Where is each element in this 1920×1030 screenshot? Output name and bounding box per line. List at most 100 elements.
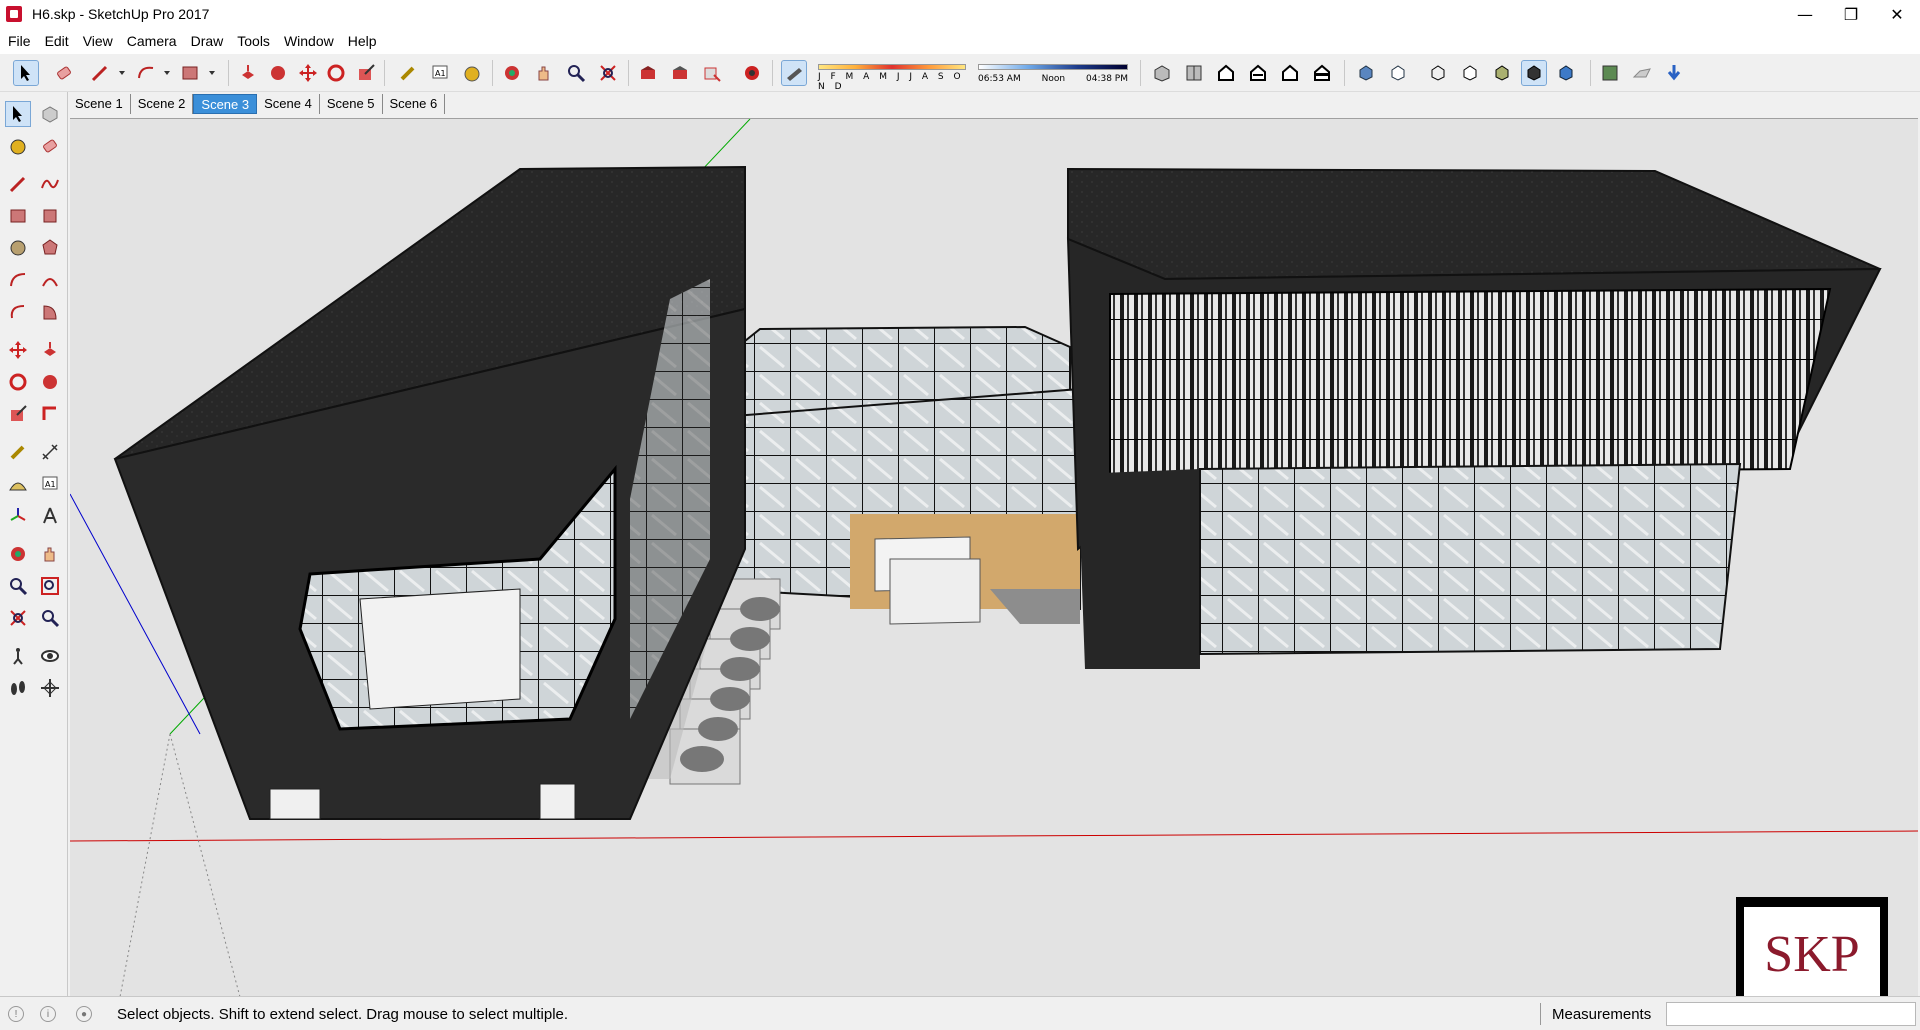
back-edges-style-icon[interactable] — [1386, 61, 1410, 85]
tape-measure-icon[interactable] — [396, 61, 420, 85]
menu-window[interactable]: Window — [284, 33, 334, 49]
walk-icon[interactable] — [6, 676, 30, 700]
polygon-icon[interactable] — [38, 236, 62, 260]
menu-file[interactable]: File — [8, 33, 31, 49]
orbit-tool-icon[interactable] — [6, 542, 30, 566]
text-tool-icon[interactable]: A1 — [428, 61, 452, 85]
position-camera-icon[interactable] — [6, 644, 30, 668]
tape-measure-tool-icon[interactable] — [6, 440, 30, 464]
maximize-button[interactable]: ❐ — [1828, 0, 1874, 28]
line-tool-dropdown-icon[interactable] — [110, 61, 134, 85]
warehouse-icon[interactable] — [636, 61, 660, 85]
shadow-month-slider[interactable]: J F M A M J J A S O N D — [818, 64, 966, 92]
circle-icon[interactable] — [6, 236, 30, 260]
monochrome-style-icon[interactable] — [1554, 61, 1578, 85]
zoom-icon[interactable] — [564, 61, 588, 85]
menu-camera[interactable]: Camera — [127, 33, 177, 49]
toggle-terrain-icon[interactable] — [1630, 61, 1654, 85]
scale-icon[interactable] — [354, 61, 378, 85]
extension-warehouse-icon[interactable] — [740, 61, 764, 85]
hidden-line-style-icon[interactable] — [1458, 61, 1482, 85]
pan-tool-icon[interactable] — [38, 542, 62, 566]
menu-view[interactable]: View — [83, 33, 113, 49]
pan-icon[interactable] — [532, 61, 556, 85]
left-view-icon[interactable] — [1310, 61, 1334, 85]
shaded-style-icon[interactable] — [1490, 61, 1514, 85]
rectangle-tool-icon[interactable] — [178, 61, 202, 85]
line-icon[interactable] — [6, 172, 30, 196]
arc-icon[interactable] — [6, 268, 30, 292]
paint-bucket-icon[interactable] — [460, 61, 484, 85]
menu-draw[interactable]: Draw — [191, 33, 224, 49]
select-tool-icon[interactable] — [13, 60, 39, 86]
push-pull-icon[interactable] — [236, 61, 260, 85]
model-viewport[interactable] — [70, 118, 1918, 996]
rotate-tool-icon[interactable] — [6, 370, 30, 394]
section-plane-icon[interactable] — [38, 676, 62, 700]
offset-tool-icon[interactable] — [38, 402, 62, 426]
menu-tools[interactable]: Tools — [237, 33, 270, 49]
three-point-arc-icon[interactable] — [6, 300, 30, 324]
tab-scene-5[interactable]: Scene 5 — [320, 94, 383, 114]
credits-status-icon[interactable]: i — [40, 1006, 56, 1022]
protractor-tool-icon[interactable] — [6, 472, 30, 496]
geo-location-status-icon[interactable]: ! — [8, 1006, 24, 1022]
shadow-time-slider[interactable]: 06:53 AM Noon 04:38 PM — [978, 64, 1128, 84]
top-view-icon[interactable] — [1182, 61, 1206, 85]
right-view-icon[interactable] — [1246, 61, 1270, 85]
back-view-icon[interactable] — [1278, 61, 1302, 85]
measurements-input[interactable] — [1666, 1002, 1916, 1026]
share-component-icon[interactable] — [700, 61, 724, 85]
pie-icon[interactable] — [38, 300, 62, 324]
close-button[interactable]: ✕ — [1874, 0, 1920, 28]
menu-edit[interactable]: Edit — [45, 33, 69, 49]
move-icon[interactable] — [296, 61, 320, 85]
iso-view-icon[interactable] — [1150, 61, 1174, 85]
dimension-tool-icon[interactable] — [38, 440, 62, 464]
3d-text-tool-icon[interactable] — [38, 504, 62, 528]
axes-tool-icon[interactable] — [6, 504, 30, 528]
xray-style-icon[interactable] — [1354, 61, 1378, 85]
rotated-rectangle-icon[interactable] — [38, 204, 62, 228]
tab-scene-1[interactable]: Scene 1 — [68, 94, 131, 114]
follow-me-icon[interactable] — [266, 61, 290, 85]
user-account-icon[interactable]: ● — [76, 1006, 92, 1022]
shape-dropdown-icon[interactable] — [200, 61, 224, 85]
previous-view-icon[interactable] — [38, 606, 62, 630]
follow-me-tool-icon[interactable] — [38, 370, 62, 394]
zoom-extents-tool-icon[interactable] — [6, 606, 30, 630]
make-component-icon[interactable] — [38, 102, 62, 126]
eraser-tool-icon[interactable] — [38, 134, 62, 158]
minimize-button[interactable]: — — [1782, 0, 1828, 28]
shadows-toggle-icon[interactable] — [781, 60, 807, 86]
select-icon[interactable] — [5, 101, 31, 127]
tab-scene-3[interactable]: Scene 3 — [193, 94, 258, 114]
rotate-icon[interactable] — [324, 61, 348, 85]
zoom-tool-icon[interactable] — [6, 574, 30, 598]
tab-scene-4[interactable]: Scene 4 — [257, 94, 320, 114]
add-location-icon[interactable] — [1598, 61, 1622, 85]
push-pull-tool-icon[interactable] — [38, 338, 62, 362]
tab-scene-2[interactable]: Scene 2 — [131, 94, 194, 114]
arc-tool-dropdown-icon[interactable] — [155, 61, 179, 85]
text-label-tool-icon[interactable]: A1 — [38, 472, 62, 496]
look-around-icon[interactable] — [38, 644, 62, 668]
rectangle-icon[interactable] — [6, 204, 30, 228]
zoom-window-tool-icon[interactable] — [38, 574, 62, 598]
zoom-extents-icon[interactable] — [596, 61, 620, 85]
orbit-icon[interactable] — [500, 61, 524, 85]
freehand-icon[interactable] — [38, 172, 62, 196]
menu-help[interactable]: Help — [348, 33, 377, 49]
tab-scene-6[interactable]: Scene 6 — [383, 94, 446, 114]
paint-bucket-tool-icon[interactable] — [6, 134, 30, 158]
line-tool-icon[interactable] — [88, 61, 112, 85]
eraser-icon[interactable] — [52, 61, 76, 85]
wireframe-style-icon[interactable] — [1426, 61, 1450, 85]
shaded-textures-style-icon[interactable] — [1521, 60, 1547, 86]
share-model-icon[interactable] — [668, 61, 692, 85]
front-view-icon[interactable] — [1214, 61, 1238, 85]
get-models-icon[interactable] — [1662, 61, 1686, 85]
move-tool-icon[interactable] — [6, 338, 30, 362]
two-point-arc-icon[interactable] — [38, 268, 62, 292]
scale-tool-icon[interactable] — [6, 402, 30, 426]
